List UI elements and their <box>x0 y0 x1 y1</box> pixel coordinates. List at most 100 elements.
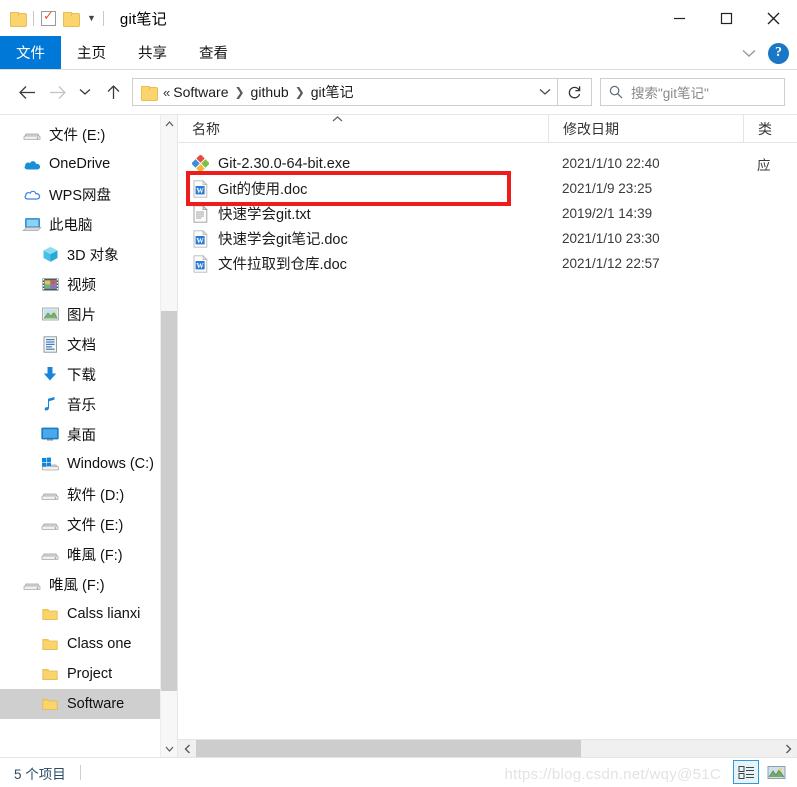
refresh-button[interactable] <box>558 78 592 106</box>
sidebar-scrollbar[interactable] <box>160 115 177 757</box>
sidebar-item-label: 软件 (D:) <box>67 487 125 504</box>
file-explorer-window: ▼ git笔记 文件 主页 共享 查看 ? <box>0 0 797 787</box>
item-count-label: 5 个项目 <box>14 766 66 782</box>
file-name-cell[interactable]: W 文件拉取到仓库.doc <box>178 253 548 274</box>
sidebar-scrollbar-thumb[interactable] <box>161 311 177 691</box>
details-view-button[interactable] <box>733 760 759 784</box>
quick-access-toolbar: ▼ git笔记 <box>0 0 167 36</box>
forward-button[interactable] <box>42 76 72 108</box>
chevron-down-icon[interactable] <box>742 49 756 58</box>
sort-ascending-icon[interactable] <box>332 114 343 125</box>
ribbon-tabs: 文件 主页 共享 查看 ? <box>0 36 797 70</box>
breadcrumb-item-github[interactable]: github <box>251 84 289 100</box>
file-name-cell[interactable]: Git-2.30.0-64-bit.exe <box>178 154 548 173</box>
sidebar-item[interactable]: Windows (C:) <box>0 449 177 479</box>
watermark-text: https://blog.csdn.net/wqy@51C <box>504 766 721 783</box>
new-folder-icon[interactable] <box>63 11 80 27</box>
scroll-left-icon[interactable] <box>178 740 196 757</box>
file-name-label: Git的使用.doc <box>218 182 308 198</box>
breadcrumb-bar[interactable]: « Software ❯ github ❯ git笔记 <box>132 78 558 106</box>
sidebar-item[interactable]: 文件 (E:) <box>0 119 177 149</box>
search-icon <box>609 85 623 99</box>
properties-icon[interactable] <box>41 8 56 26</box>
sidebar-item-label: 桌面 <box>67 427 96 444</box>
tab-home[interactable]: 主页 <box>61 36 122 69</box>
horizontal-scrollbar[interactable] <box>178 739 797 757</box>
tab-view[interactable]: 查看 <box>183 36 244 69</box>
text-file-icon <box>192 204 209 223</box>
chevron-right-icon[interactable]: ❯ <box>232 85 246 99</box>
file-name-cell[interactable]: 快速学会git.txt <box>178 203 548 224</box>
3d-objects-icon <box>40 245 60 263</box>
column-header-name[interactable]: 名称 <box>178 115 548 142</box>
sidebar-item[interactable]: 唯風 (F:) <box>0 569 177 599</box>
title-bar: ▼ git笔记 <box>0 0 797 36</box>
videos-icon <box>40 275 60 293</box>
windows-drive-icon <box>40 455 60 473</box>
sidebar-item[interactable]: 文档 <box>0 329 177 359</box>
close-button[interactable] <box>750 0 797 36</box>
sidebar-item[interactable]: 3D 对象 <box>0 239 177 269</box>
column-header-date[interactable]: 修改日期 <box>548 115 743 142</box>
status-bar: 5 个项目 https://blog.csdn.net/wqy@51C <box>0 757 797 787</box>
scroll-down-icon[interactable] <box>161 740 177 757</box>
tab-file[interactable]: 文件 <box>0 36 61 69</box>
maximize-button[interactable] <box>703 0 750 36</box>
3d-objects-icon <box>42 246 59 263</box>
back-button[interactable] <box>12 76 42 108</box>
table-row[interactable]: W Git的使用.doc 2021/1/9 23:25 <box>178 176 797 201</box>
help-button[interactable]: ? <box>768 42 789 64</box>
sidebar-item[interactable]: 音乐 <box>0 389 177 419</box>
sidebar-item[interactable]: 文件 (E:) <box>0 509 177 539</box>
sidebar-item[interactable]: 视频 <box>0 269 177 299</box>
chevron-right-icon[interactable]: ❯ <box>293 85 307 99</box>
sidebar-item[interactable]: 软件 (D:) <box>0 479 177 509</box>
recent-locations-button[interactable] <box>72 76 98 108</box>
file-name-cell[interactable]: W Git的使用.doc <box>178 178 548 199</box>
scroll-up-icon[interactable] <box>161 115 177 132</box>
table-row[interactable]: W 快速学会git笔记.doc 2021/1/10 23:30 <box>178 226 797 251</box>
breadcrumb-overflow[interactable]: « <box>163 85 170 100</box>
scroll-right-icon[interactable] <box>779 740 797 757</box>
sidebar-item[interactable]: Software <box>0 689 177 719</box>
sidebar-item[interactable]: 此电脑 <box>0 209 177 239</box>
sidebar-item[interactable]: OneDrive <box>0 149 177 179</box>
table-row[interactable]: Git-2.30.0-64-bit.exe 2021/1/10 22:40 应 <box>178 151 797 176</box>
sidebar-item[interactable]: 唯風 (F:) <box>0 539 177 569</box>
file-name-label: Git-2.30.0-64-bit.exe <box>218 155 351 172</box>
documents-icon <box>40 335 60 353</box>
sidebar-item[interactable]: Project <box>0 659 177 689</box>
chevron-down-icon[interactable]: ▼ <box>87 13 96 23</box>
large-icons-view-button[interactable] <box>763 760 789 784</box>
file-name-cell[interactable]: W 快速学会git笔记.doc <box>178 228 548 249</box>
horizontal-scrollbar-thumb[interactable] <box>196 740 581 757</box>
minimize-button[interactable] <box>656 0 703 36</box>
sidebar-item-label: Calss lianxi <box>67 606 141 622</box>
sidebar-item[interactable]: 下载 <box>0 359 177 389</box>
pictures-icon <box>40 305 60 323</box>
documents-icon <box>43 335 58 353</box>
breadcrumb-item-gitnotes[interactable]: git笔记 <box>311 82 354 102</box>
folder-icon <box>42 667 58 681</box>
tab-share[interactable]: 共享 <box>122 36 183 69</box>
up-button[interactable] <box>98 76 128 108</box>
sidebar-item[interactable]: 桌面 <box>0 419 177 449</box>
horizontal-scroll-track[interactable] <box>196 740 779 757</box>
search-input[interactable]: 搜索"git笔记" <box>631 82 709 102</box>
word-doc-icon: W <box>192 179 209 198</box>
sidebar-item[interactable]: Class one <box>0 629 177 659</box>
folder-icon[interactable] <box>10 11 27 27</box>
chevron-down-icon[interactable] <box>533 85 551 99</box>
table-row[interactable]: 快速学会git.txt 2019/2/1 14:39 <box>178 201 797 226</box>
search-box[interactable]: 搜索"git笔记" <box>600 78 785 106</box>
sidebar-item[interactable]: 图片 <box>0 299 177 329</box>
table-row[interactable]: W 文件拉取到仓库.doc 2021/1/12 22:57 <box>178 251 797 276</box>
breadcrumb-item-software[interactable]: Software <box>173 84 228 100</box>
column-header-type[interactable]: 类 <box>743 115 797 142</box>
pictures-icon <box>41 307 59 321</box>
sidebar-item[interactable]: Calss lianxi <box>0 599 177 629</box>
drive-icon <box>40 545 60 563</box>
breadcrumb: Software ❯ github ❯ git笔记 <box>173 82 533 102</box>
sidebar-item[interactable]: WPS网盘 <box>0 179 177 209</box>
ribbon-right-controls: ? <box>742 36 789 70</box>
